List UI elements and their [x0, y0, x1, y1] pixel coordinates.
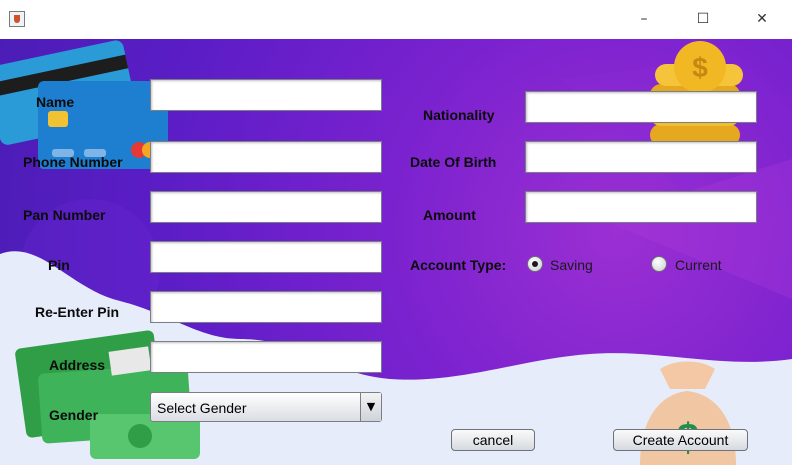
cancel-button[interactable]: cancel — [451, 429, 535, 451]
radio-selected-dot — [532, 261, 538, 267]
pin-label: Pin — [48, 257, 70, 273]
gender-label: Gender — [49, 407, 99, 423]
nationality-field[interactable] — [525, 91, 757, 123]
svg-text:$: $ — [692, 52, 708, 83]
date-of-birth-label: Date Of Birth — [410, 154, 497, 170]
java-app-icon — [9, 11, 25, 27]
saving-radio-label[interactable]: Saving — [550, 257, 593, 273]
phone-number-label: Phone Number — [23, 154, 123, 170]
decor-shape — [600, 159, 792, 299]
reenter-pin-label: Re-Enter Pin — [35, 304, 120, 320]
form-panel: $ $ Name Phone Number Pan Number Pin Re-… — [0, 39, 792, 465]
current-radio[interactable] — [651, 256, 667, 272]
pan-number-label: Pan Number — [23, 207, 106, 223]
amount-field[interactable] — [525, 191, 757, 223]
maximize-button[interactable]: ☐ — [689, 8, 717, 30]
nationality-label: Nationality — [423, 107, 495, 123]
gender-select[interactable]: Select Gender ▼ — [150, 392, 382, 422]
app-window: – ☐ ✕ $ Name Phone Number Pan Number Pin… — [0, 0, 792, 465]
dropdown-arrow-icon[interactable]: ▼ — [360, 393, 381, 421]
current-radio-label[interactable]: Current — [675, 257, 722, 273]
address-label: Address — [49, 357, 106, 373]
phone-number-field[interactable] — [150, 141, 382, 173]
amount-label: Amount — [423, 207, 476, 223]
title-bar: – ☐ ✕ — [0, 0, 792, 39]
create-account-button[interactable]: Create Account — [613, 429, 748, 451]
date-of-birth-field[interactable] — [525, 141, 757, 173]
name-label: Name — [36, 94, 75, 110]
pin-field[interactable] — [150, 241, 382, 273]
account-type-label: Account Type: — [410, 257, 507, 273]
saving-radio[interactable] — [527, 256, 543, 272]
close-button[interactable]: ✕ — [748, 8, 776, 30]
pan-number-field[interactable] — [150, 191, 382, 223]
gender-select-value: Select Gender — [157, 400, 247, 416]
minimize-button[interactable]: – — [630, 8, 658, 30]
credit-card-icon — [0, 40, 168, 169]
address-field[interactable] — [150, 341, 382, 373]
reenter-pin-field[interactable] — [150, 291, 382, 323]
name-field[interactable] — [150, 79, 382, 111]
